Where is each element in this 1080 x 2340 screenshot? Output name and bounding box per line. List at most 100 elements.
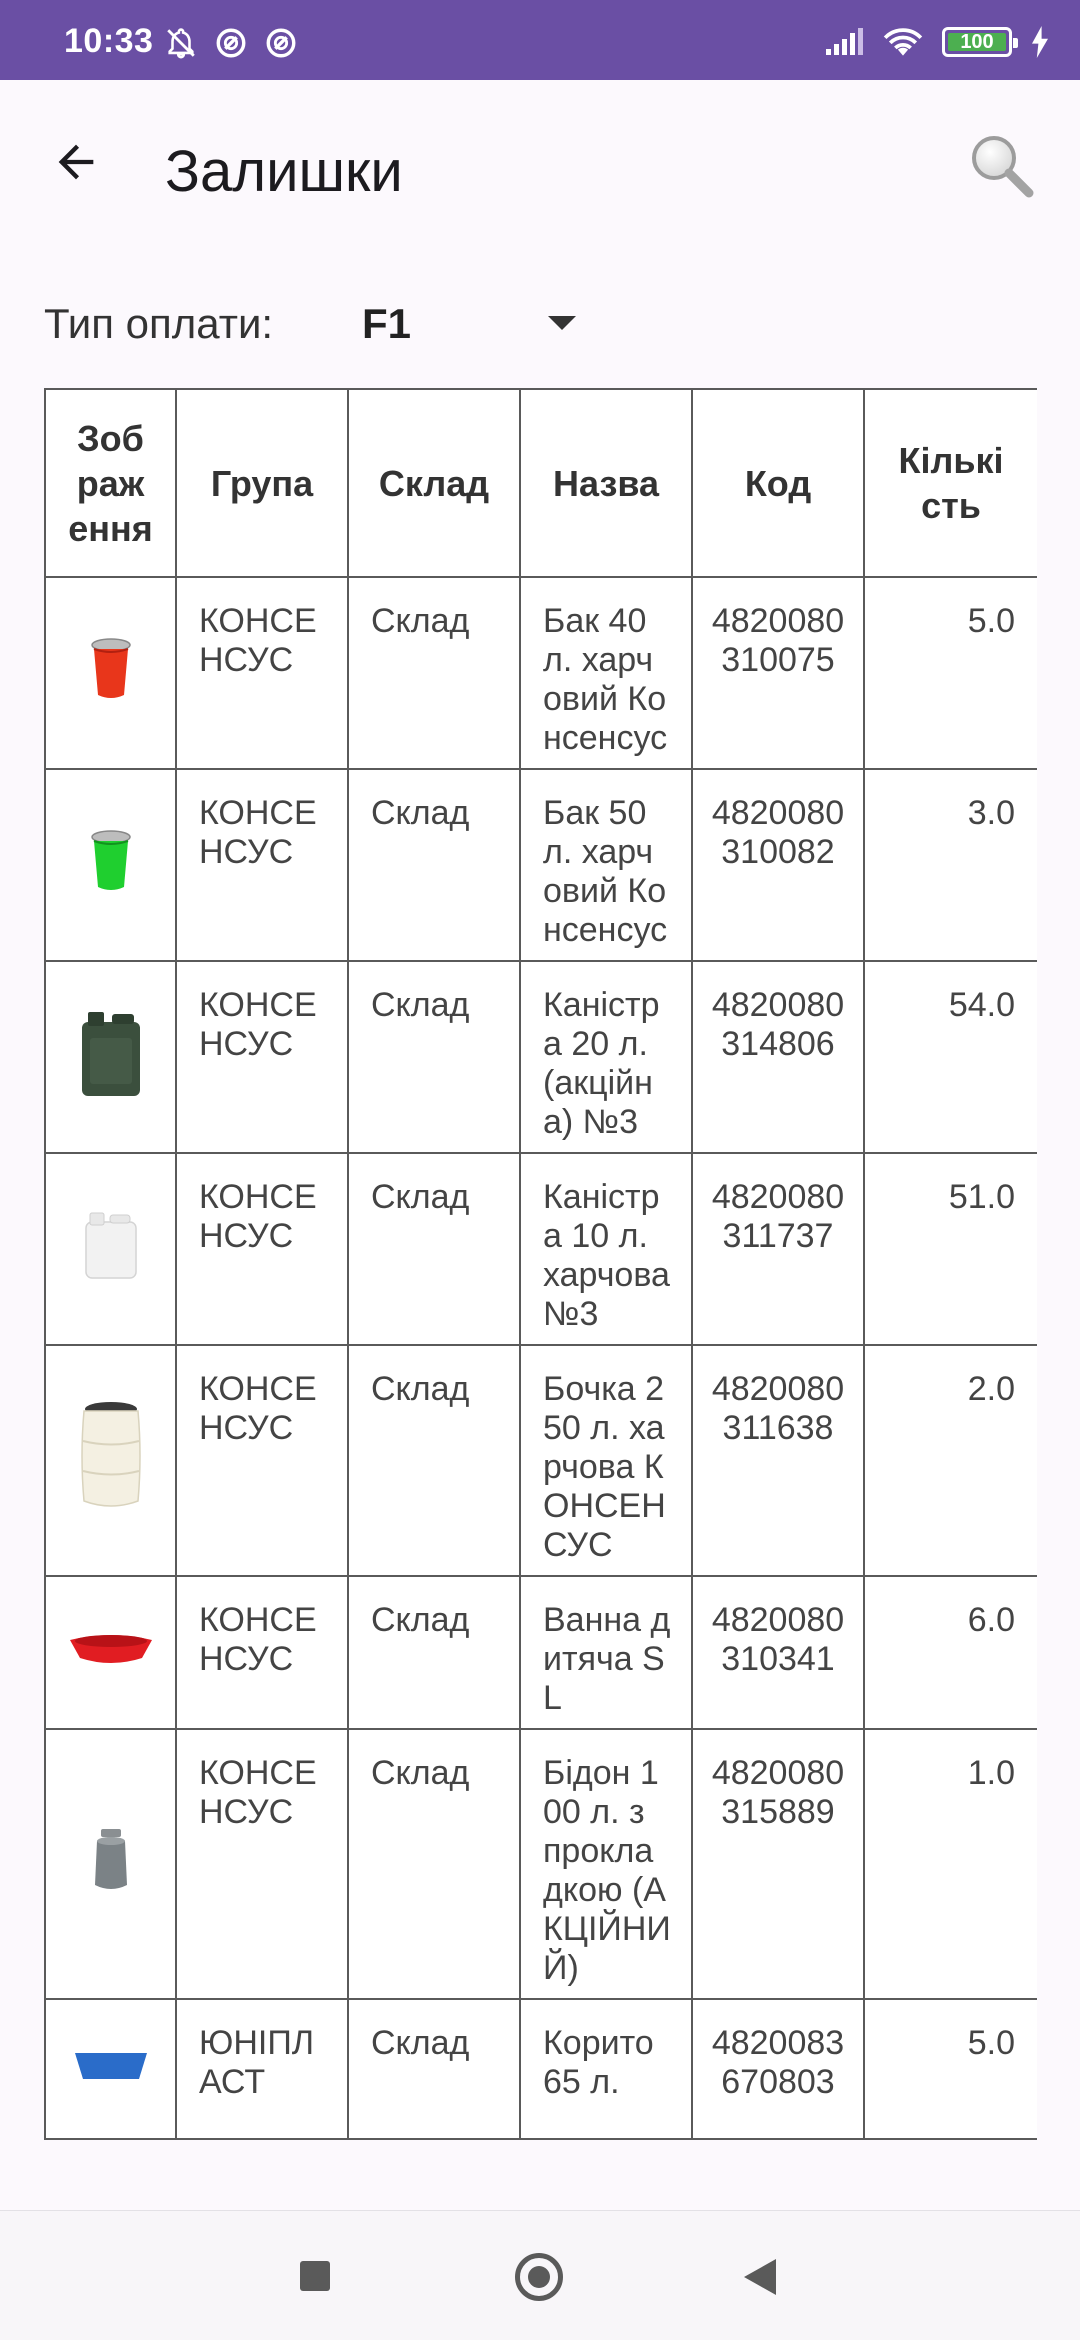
header-warehouse: Склад [347, 388, 521, 578]
product-code: 4820080314806 [691, 960, 865, 1154]
back-button[interactable] [44, 130, 108, 194]
product-quantity: 6.0 [863, 1575, 1037, 1730]
table-row[interactable]: КОНСЕНСУС Склад Каністра 20 л. (акційна) №… [44, 960, 1037, 1154]
product-code: 4820080311638 [691, 1344, 865, 1577]
product-warehouse: Склад [347, 576, 521, 770]
product-code: 4820083670803 [691, 1998, 865, 2140]
status-icons-right: 100 [824, 24, 1050, 60]
product-warehouse-text: Склад [371, 794, 470, 832]
product-group: КОНСЕНСУС [175, 576, 349, 770]
product-warehouse-text: Склад [371, 1754, 470, 1792]
header-name: Назва [519, 388, 693, 578]
product-thumbnail [89, 1827, 133, 1902]
product-quantity-text: 6.0 [967, 1601, 1015, 1639]
product-name: Каністра 20 л. (акційна) №3 [519, 960, 693, 1154]
table-row[interactable]: КОНСЕНСУС Склад Бочка 250 л. харчова КОНСЕ… [44, 1344, 1037, 1577]
product-image [44, 576, 177, 770]
product-name-text: Каністра 20 л. (акційна) №3 [543, 986, 660, 1141]
cellular-data-icon [216, 28, 246, 58]
payment-type-value: F1 [362, 300, 412, 347]
product-image [44, 1344, 177, 1577]
product-warehouse-text: Склад [371, 602, 470, 640]
product-warehouse-text: Склад [371, 1370, 470, 1408]
product-image [44, 960, 177, 1154]
cellular-data-icon [266, 28, 296, 58]
product-code: 4820080310082 [691, 768, 865, 962]
app-bar: Залишки [0, 80, 1080, 260]
product-warehouse: Склад [347, 1152, 521, 1346]
product-quantity-text: 5.0 [967, 2024, 1015, 2062]
product-quantity: 5.0 [863, 1998, 1037, 2140]
table-row[interactable]: КОНСЕНСУС Склад Каністра 10 л. харчова №3 4… [44, 1152, 1037, 1346]
product-quantity-text: 1.0 [967, 1754, 1015, 1792]
product-thumbnail [87, 637, 135, 710]
product-warehouse-text: Склад [371, 986, 470, 1024]
product-thumbnail [71, 2045, 151, 2094]
product-name: Бак 50 л. харчовий Консенсус [519, 768, 693, 962]
status-icons-left [164, 26, 298, 60]
status-time: 10:33 [64, 22, 154, 60]
product-group-text: КОНСЕНСУС [199, 1754, 317, 1831]
table-row[interactable]: КОНСЕНСУС Склад Бідон 100 л. з прокладкою … [44, 1728, 1037, 2000]
product-code: 4820080310341 [691, 1575, 865, 1730]
table-row[interactable]: КОНСЕНСУС Склад Бак 50 л. харчовий Консенс… [44, 768, 1037, 962]
product-image [44, 768, 177, 962]
search-button[interactable] [960, 124, 1044, 208]
table-row[interactable]: КОНСЕНСУС Склад Бак 40 л. харчовий Консенс… [44, 576, 1037, 770]
payment-type-select[interactable]: F1 [362, 290, 592, 360]
product-image [44, 1152, 177, 1346]
product-group-text: КОНСЕНСУС [199, 1601, 317, 1678]
table-row[interactable]: ЮНІПЛАСТ Склад Корито 65 л. 4820083670803 5.… [44, 1998, 1037, 2140]
product-name-text: Ванна дитяча SL [543, 1601, 671, 1717]
recents-button[interactable] [300, 2261, 330, 2291]
bell-off-icon [167, 28, 195, 59]
product-warehouse: Склад [347, 768, 521, 962]
product-quantity: 1.0 [863, 1728, 1037, 2000]
product-group-text: ЮНІПЛАСТ [199, 2024, 315, 2101]
product-thumbnail [87, 829, 135, 902]
product-name-text: Бочка 250 л. харчова КОНСЕНСУС [543, 1370, 666, 1564]
product-warehouse: Склад [347, 1344, 521, 1577]
page-title: Залишки [165, 139, 403, 204]
product-group-text: КОНСЕНСУС [199, 794, 317, 871]
header-image: Зоб раж ення [44, 388, 177, 578]
system-back-button[interactable] [744, 2259, 776, 2295]
product-thumbnail [80, 1210, 142, 1289]
search-icon [972, 136, 1034, 198]
product-name-text: Корито 65 л. [543, 2024, 654, 2101]
product-code-text: 4820080310075 [711, 602, 845, 679]
product-quantity-text: 5.0 [967, 602, 1015, 640]
product-group-text: КОНСЕНСУС [199, 986, 317, 1063]
wifi-icon [883, 28, 923, 56]
product-group-text: КОНСЕНСУС [199, 602, 317, 679]
product-quantity: 2.0 [863, 1344, 1037, 1577]
product-name: Бідон 100 л. з прокладкою (АКЦІЙНИЙ) [519, 1728, 693, 2000]
product-name-text: Бак 50 л. харчовий Консенсус [543, 794, 668, 949]
product-name: Корито 65 л. [519, 1998, 693, 2140]
product-name-text: Каністра 10 л. харчова №3 [543, 1178, 670, 1333]
payment-type-label: Тип оплати: [44, 300, 274, 347]
product-warehouse: Склад [347, 1998, 521, 2140]
product-image [44, 1998, 177, 2140]
product-group: ЮНІПЛАСТ [175, 1998, 349, 2140]
product-code-text: 4820080310341 [711, 1601, 845, 1678]
product-quantity: 3.0 [863, 768, 1037, 962]
product-group: КОНСЕНСУС [175, 768, 349, 962]
table-row[interactable]: КОНСЕНСУС Склад Ванна дитяча SL 48200803103… [44, 1575, 1037, 1730]
home-button[interactable] [515, 2253, 563, 2301]
product-name: Ванна дитяча SL [519, 1575, 693, 1730]
product-code: 4820080311737 [691, 1152, 865, 1346]
product-code-text: 4820080311737 [711, 1178, 845, 1255]
header-quantity: Кількі сть [863, 388, 1037, 578]
product-quantity-text: 54.0 [948, 986, 1015, 1024]
product-group: КОНСЕНСУС [175, 1728, 349, 2000]
product-code: 4820080310075 [691, 576, 865, 770]
header-code: Код [691, 388, 865, 578]
dropdown-caret-icon [548, 316, 576, 330]
product-warehouse: Склад [347, 960, 521, 1154]
product-group-text: КОНСЕНСУС [199, 1178, 317, 1255]
stock-table-container[interactable]: Зоб раж ення Група Склад Назва Код Кількі с… [44, 388, 1037, 2210]
product-name-text: Бак 40 л. харчовий Консенсус [543, 602, 668, 757]
product-group-text: КОНСЕНСУС [199, 1370, 317, 1447]
product-thumbnail [76, 1008, 146, 1107]
